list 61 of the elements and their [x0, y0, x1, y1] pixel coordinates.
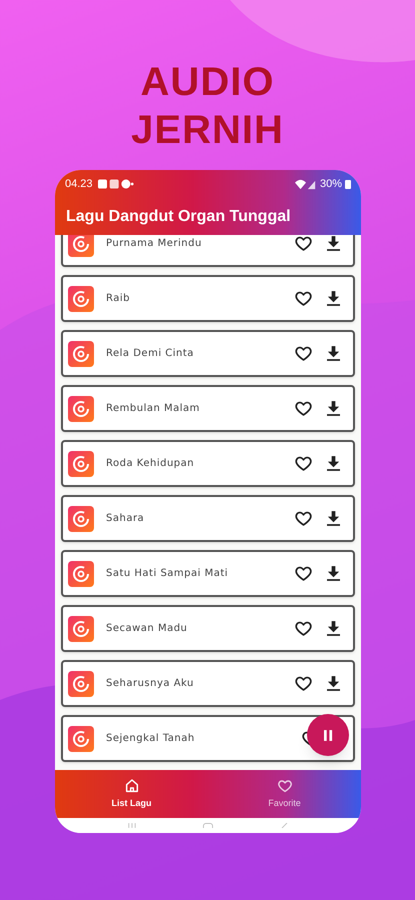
download-icon[interactable]	[327, 566, 340, 581]
song-title: Raib	[106, 292, 131, 306]
song-item[interactable]: Rela Demi Cinta	[61, 330, 355, 377]
song-title: Rela Demi Cinta	[106, 347, 195, 361]
pause-icon	[324, 730, 332, 740]
favorite-icon[interactable]	[294, 344, 313, 363]
song-title: Sahara	[106, 512, 146, 526]
favorite-icon[interactable]	[294, 235, 313, 253]
song-title: Roda Kehidupan	[106, 457, 196, 471]
song-icon	[68, 340, 94, 366]
home-icon	[124, 778, 140, 794]
download-icon[interactable]	[327, 236, 340, 251]
song-icon	[68, 235, 94, 256]
song-icon	[68, 560, 94, 586]
song-icon	[68, 286, 94, 312]
song-item[interactable]: Sejengkal Tanah	[61, 715, 355, 762]
song-title: Purnama Merindu	[106, 237, 203, 251]
song-icon	[68, 506, 94, 532]
song-title: Satu Hati Sampai Mati	[106, 567, 230, 581]
song-title: Sejengkal Tanah	[106, 732, 196, 746]
download-icon[interactable]	[327, 291, 340, 306]
download-icon[interactable]	[327, 401, 340, 416]
battery-icon	[345, 179, 351, 189]
favorite-icon[interactable]	[294, 399, 313, 418]
song-icon	[68, 616, 94, 642]
notification-icons	[98, 179, 134, 189]
download-icon[interactable]	[327, 511, 340, 526]
download-icon[interactable]	[327, 676, 340, 691]
download-icon[interactable]	[327, 346, 340, 361]
song-item[interactable]: Purnama Merindu	[61, 235, 355, 267]
song-title: Seharusnya Aku	[106, 677, 195, 691]
song-icon	[68, 450, 94, 476]
song-item[interactable]: Raib	[61, 275, 355, 322]
song-item[interactable]: Sahara	[61, 495, 355, 542]
wifi-signal-icon	[294, 178, 317, 190]
song-icon	[68, 396, 94, 422]
song-item[interactable]: Secawan Madu	[61, 605, 355, 652]
song-item[interactable]: Satu Hati Sampai Mati	[61, 550, 355, 597]
heart-icon[interactable]	[276, 778, 292, 794]
favorite-icon[interactable]	[294, 509, 313, 528]
favorite-icon[interactable]	[294, 289, 313, 308]
song-item[interactable]: Rembulan Malam	[61, 385, 355, 432]
download-icon[interactable]	[327, 621, 340, 636]
download-icon[interactable]	[327, 456, 340, 471]
song-title: Rembulan Malam	[106, 402, 201, 416]
headline: JERNIH	[131, 107, 284, 154]
favorite-icon[interactable]	[294, 454, 313, 473]
battery-percent: 30%	[320, 176, 342, 192]
song-icon	[68, 670, 94, 696]
headline: AUDIO	[140, 59, 274, 106]
song-icon	[68, 726, 94, 752]
nav-tab[interactable]: List Lagu	[55, 770, 208, 818]
favorite-icon[interactable]	[294, 619, 313, 638]
app-title: Lagu Dangdut Organ Tunggal	[66, 206, 291, 226]
song-title: Secawan Madu	[106, 622, 188, 636]
nav-tab[interactable]: Favorite	[208, 770, 361, 818]
song-item[interactable]: Seharusnya Aku	[61, 660, 355, 707]
favorite-icon[interactable]	[294, 674, 313, 693]
status-time: 04.23	[65, 176, 93, 192]
song-item[interactable]: Roda Kehidupan	[61, 440, 355, 487]
favorite-icon[interactable]	[294, 564, 313, 583]
